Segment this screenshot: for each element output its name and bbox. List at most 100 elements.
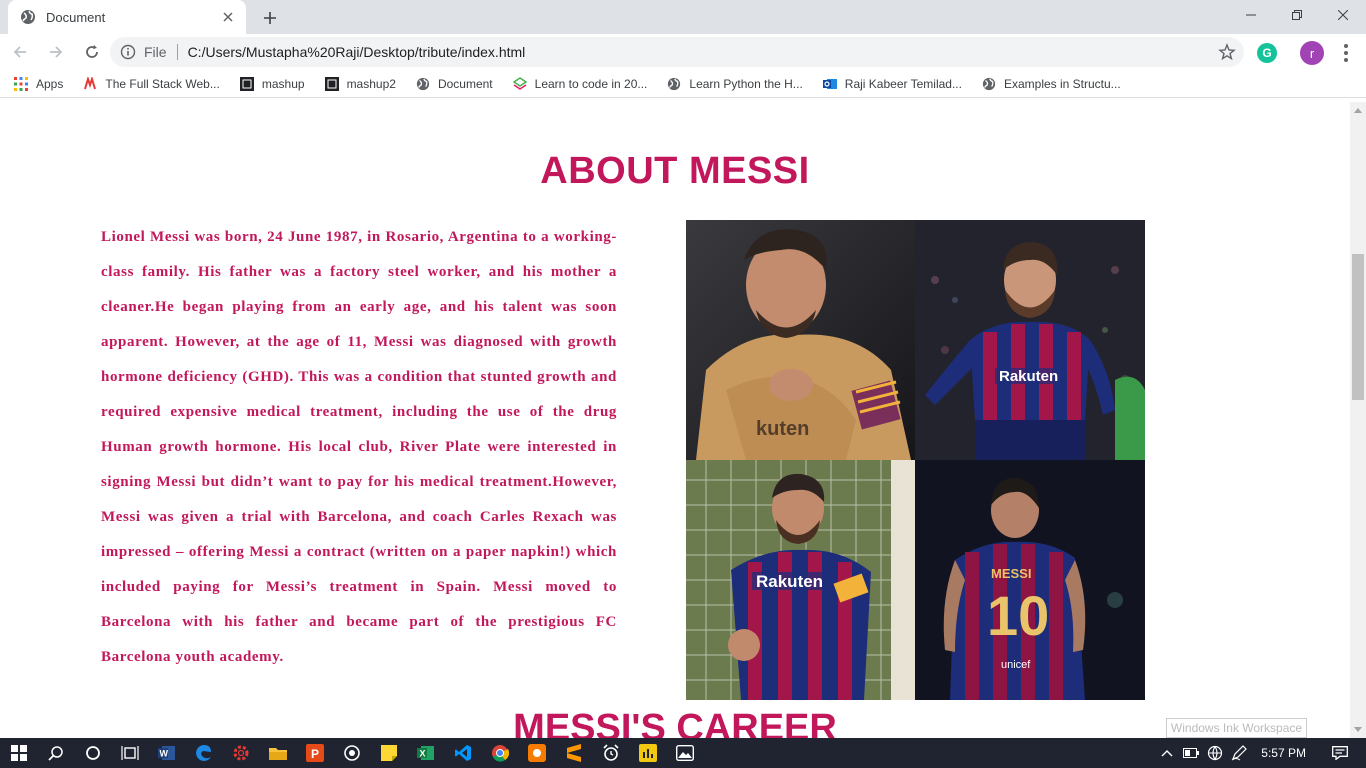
restore-icon[interactable] [1274,0,1320,30]
task-view-icon[interactable] [111,738,148,768]
svg-text:P: P [311,747,319,761]
bookmark-label: Raji Kabeer Temilad... [844,76,962,91]
fullstack-icon [83,76,97,91]
bookmark-learn-python[interactable]: Learn Python the H... [667,76,803,91]
pdf-app-icon[interactable]: P [296,738,333,768]
minimize-icon[interactable] [1228,0,1274,30]
alarm-clock-icon[interactable] [592,738,629,768]
codecademy-icon [512,76,527,91]
back-icon[interactable] [4,36,36,68]
bookmark-mashup2[interactable]: mashup2 [324,76,396,91]
tab-strip: Document [0,0,1366,34]
messi-photo-1: kuten [686,220,915,460]
outlook-icon [822,77,837,91]
scrollbar-thumb[interactable] [1352,254,1364,400]
globe-icon [667,77,681,91]
svg-text:W: W [159,749,168,759]
photo-4-back-name: MESSI [991,566,1031,581]
page-scrollbar[interactable] [1350,102,1366,738]
new-tab-button[interactable] [258,6,282,30]
browser-toolbar: File C:/Users/Mustapha%20Raji/Desktop/tr… [0,34,1366,70]
ink-workspace-tooltip: Windows Ink Workspace [1166,718,1307,738]
window-controls [1228,0,1366,30]
career-heading: MESSI'S CAREER [513,707,837,738]
tray-chevron-icon[interactable] [1155,738,1179,768]
settings-gear-icon[interactable] [222,738,259,768]
windows-start-icon[interactable] [0,738,37,768]
reload-icon[interactable] [76,36,108,68]
system-tray: 5:57 PM [1155,738,1366,768]
word-icon[interactable]: W [148,738,185,768]
edge-icon[interactable] [185,738,222,768]
close-window-icon[interactable] [1320,0,1366,30]
search-icon[interactable] [37,738,74,768]
vscode-icon[interactable] [444,738,481,768]
bookmark-star-icon[interactable] [1218,43,1236,61]
excel-icon[interactable]: X [407,738,444,768]
taskbar-clock[interactable]: 5:57 PM [1251,746,1328,760]
bookmark-label: Learn to code in 20... [534,76,648,91]
bookmark-label: mashup [261,76,305,91]
sticky-notes-icon[interactable] [370,738,407,768]
scroll-down-icon[interactable] [1350,722,1366,738]
svg-text:X: X [419,749,425,759]
media-player-icon[interactable] [333,738,370,768]
browser-tab[interactable]: Document [8,0,246,34]
file-explorer-icon[interactable] [259,738,296,768]
bookmark-examples[interactable]: Examples in Structu... [982,77,1121,91]
bookmarks-bar: Apps The Full Stack Web... mashup mashup… [0,70,1366,98]
bookmark-label: mashup2 [346,76,396,91]
apps-grid-icon [14,76,28,91]
close-tab-icon[interactable] [220,9,236,25]
profile-avatar[interactable]: r [1300,41,1324,65]
bookmark-apps[interactable]: Apps [14,76,64,91]
power-bi-icon[interactable] [629,738,666,768]
sublime-icon[interactable] [555,738,592,768]
grammarly-extension-icon[interactable]: G [1257,43,1277,63]
messi-photo-4: MESSI 10 unicef [915,460,1145,700]
globe-icon [416,77,430,91]
messi-photo-3: Rakuten [686,460,915,700]
bookmark-label: Examples in Structu... [1003,76,1121,91]
chrome-icon[interactable] [481,738,518,768]
bookmark-mashup[interactable]: mashup [239,76,305,91]
bookmark-label: The Full Stack Web... [105,76,220,91]
mashup-icon [239,76,254,91]
battery-icon[interactable] [1179,738,1203,768]
page-content: ABOUT MESSI Lionel Messi was born, 24 Ju… [0,102,1350,738]
bookmark-label: Learn Python the H... [689,76,803,91]
scroll-up-icon[interactable] [1350,102,1366,118]
svg-text:kuten: kuten [756,418,809,440]
url-text[interactable]: C:/Users/Mustapha%20Raji/Desktop/tribute… [188,44,526,60]
info-icon[interactable] [120,44,136,60]
cortana-icon[interactable] [74,738,111,768]
bookmark-label: Document [437,76,493,91]
pen-ink-icon[interactable] [1227,738,1251,768]
url-scheme: File [144,44,178,60]
bookmark-document[interactable]: Document [416,77,493,91]
globe-icon [982,77,996,91]
photo-4-back-sponsor: unicef [1001,659,1031,671]
about-heading: ABOUT MESSI [540,150,810,192]
network-globe-icon[interactable] [1203,738,1227,768]
bookmark-outlook[interactable]: Raji Kabeer Temilad... [822,76,962,91]
photo-2-sponsor: Rakuten [999,368,1058,385]
photo-3-sponsor: Rakuten [756,572,823,591]
photo-gallery: kuten Rakuten Rakuten MESSI 10 unicef [686,220,1145,700]
action-center-icon[interactable] [1328,738,1352,768]
bookmark-label: Apps [36,76,64,91]
address-bar[interactable]: File C:/Users/Mustapha%20Raji/Desktop/tr… [110,37,1244,67]
bookmark-learn-to-code[interactable]: Learn to code in 20... [512,76,648,91]
browser-menu-icon[interactable] [1338,42,1354,64]
tab-title: Document [46,9,106,25]
globe-icon [20,9,36,25]
forward-icon[interactable] [40,36,72,68]
git-app-icon[interactable] [518,738,555,768]
bookmark-fullstack[interactable]: The Full Stack Web... [83,76,220,91]
mashup-icon [324,76,339,91]
photo-4-back-number: 10 [987,584,1049,647]
photos-icon[interactable] [666,738,703,768]
windows-taskbar: W P X 5:57 PM [0,738,1366,768]
about-paragraph: Lionel Messi was born, 24 June 1987, in … [101,229,617,665]
messi-photo-2: Rakuten [915,220,1145,460]
